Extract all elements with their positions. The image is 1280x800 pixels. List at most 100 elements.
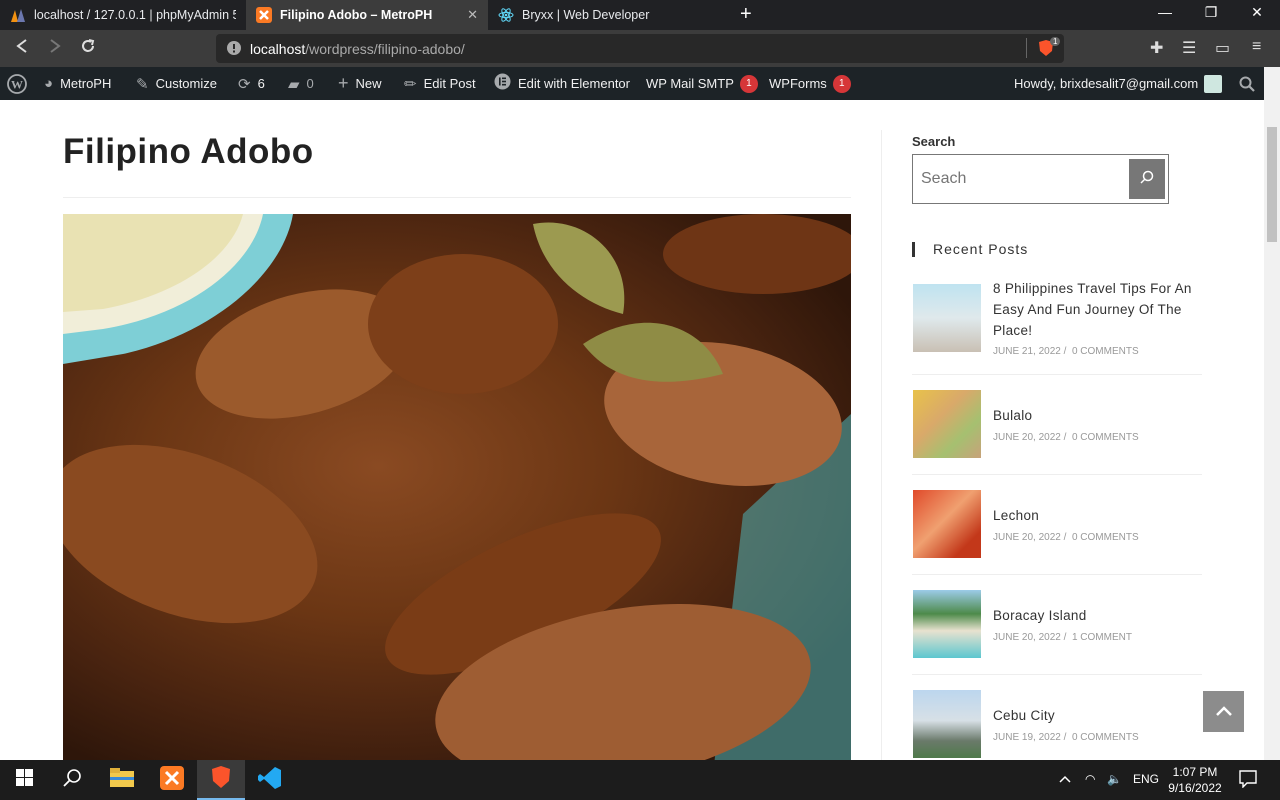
- xampp-icon: [256, 7, 272, 23]
- search-taskbar-button[interactable]: [48, 760, 96, 800]
- admin-elementor-link[interactable]: Edit with Elementor: [494, 67, 630, 100]
- windows-icon: [15, 769, 33, 791]
- admin-edit-post-link[interactable]: ✏ Edit Post: [404, 67, 476, 100]
- tab-phpmyadmin[interactable]: localhost / 127.0.0.1 | phpMyAdmin 5.: [0, 0, 246, 30]
- chevron-up-icon: [1215, 703, 1232, 721]
- folder-icon: [110, 767, 134, 793]
- post-thumbnail[interactable]: [913, 490, 981, 558]
- wp-admin-bar: W ◕ MetroPH ✎ Customize ⟳ 6 ▰ 0 + New ✏ Edit P…: [0, 67, 1264, 100]
- post-thumbnail[interactable]: [913, 690, 981, 758]
- file-explorer-button[interactable]: [98, 760, 146, 800]
- search-input[interactable]: [921, 165, 1121, 193]
- post-link[interactable]: Bulalo: [993, 405, 1198, 426]
- post-thumbnail[interactable]: [913, 590, 981, 658]
- admin-site-link[interactable]: ◕ MetroPH: [44, 67, 111, 100]
- post-meta: JUNE 20, 2022 / 0 COMMENTS: [993, 432, 1139, 443]
- sidebar-divider: [881, 130, 882, 760]
- search-icon: [63, 768, 81, 792]
- scrollbar-thumb[interactable]: [1267, 127, 1277, 242]
- divider: [912, 674, 1202, 675]
- wallet-icon[interactable]: ▭: [1215, 38, 1230, 58]
- search-label: Search: [912, 134, 956, 149]
- post-link[interactable]: Boracay Island: [993, 605, 1198, 626]
- svg-text:W: W: [11, 77, 23, 91]
- plus-icon: +: [338, 73, 349, 93]
- smtp-badge: 1: [739, 74, 758, 93]
- volume-icon[interactable]: 🔈: [1107, 772, 1122, 786]
- post-meta: JUNE 21, 2022 / 0 COMMENTS: [993, 346, 1139, 357]
- avatar: [1204, 74, 1223, 93]
- xampp-button[interactable]: [148, 760, 196, 800]
- windows-taskbar: ◠ 🔈 ENG 1:07 PM 9/16/2022: [0, 760, 1280, 800]
- forward-icon[interactable]: [48, 38, 62, 59]
- pencil-icon: ✏: [404, 75, 417, 93]
- admin-updates-link[interactable]: ⟳ 6: [238, 67, 265, 100]
- post-thumbnail[interactable]: [913, 284, 981, 352]
- react-icon: [498, 7, 514, 23]
- tab-title: Filipino Adobo – MetroPH: [280, 8, 433, 22]
- url-host: localhost: [250, 40, 306, 57]
- xampp-icon: [160, 765, 184, 795]
- divider: [63, 197, 851, 198]
- admin-search-icon[interactable]: [1239, 67, 1255, 100]
- tab-title: Bryxx | Web Developer: [522, 8, 650, 22]
- divider: [912, 374, 1202, 375]
- search-button[interactable]: [1129, 159, 1165, 199]
- phpmyadmin-icon: [10, 7, 26, 23]
- tab-filipino-adobo[interactable]: Filipino Adobo – MetroPH ✕: [246, 0, 488, 30]
- language-indicator[interactable]: ENG: [1133, 772, 1159, 786]
- start-button[interactable]: [0, 760, 48, 800]
- tray-expand-icon[interactable]: [1059, 772, 1071, 786]
- post-link[interactable]: Cebu City: [993, 705, 1198, 726]
- info-icon[interactable]: [226, 40, 242, 59]
- page-scrollbar[interactable]: [1264, 67, 1280, 760]
- admin-customize-link[interactable]: ✎ Customize: [136, 67, 217, 100]
- tab-bryxx[interactable]: Bryxx | Web Developer: [488, 0, 728, 30]
- close-tab-icon[interactable]: ✕: [467, 7, 478, 23]
- post-link[interactable]: 8 Philippines Travel Tips For An Easy An…: [993, 278, 1198, 341]
- comment-icon: ▰: [288, 75, 300, 93]
- playlist-icon[interactable]: ☰: [1182, 38, 1196, 58]
- minimize-icon[interactable]: —: [1150, 4, 1180, 20]
- wpforms-badge: 1: [832, 74, 851, 93]
- admin-account-link[interactable]: Howdy, brixdesalit7@gmail.com: [1014, 67, 1223, 100]
- divider: [912, 574, 1202, 575]
- extensions-icon[interactable]: ✚: [1150, 38, 1163, 58]
- wifi-icon[interactable]: ◠: [1085, 772, 1095, 786]
- admin-smtp-link[interactable]: WP Mail SMTP 1: [646, 67, 758, 100]
- post-thumbnail[interactable]: [913, 390, 981, 458]
- reload-icon[interactable]: [80, 38, 96, 59]
- wp-logo-icon[interactable]: W: [7, 67, 27, 100]
- back-icon[interactable]: [15, 38, 29, 59]
- post-meta: JUNE 19, 2022 / 0 COMMENTS: [993, 732, 1139, 743]
- notifications-icon[interactable]: [1239, 770, 1257, 791]
- post-meta: JUNE 20, 2022 / 0 COMMENTS: [993, 532, 1139, 543]
- admin-wpforms-link[interactable]: WPForms 1: [769, 67, 851, 100]
- scroll-to-top-button[interactable]: [1203, 691, 1244, 732]
- page-content: Filipino Adobo Search Recent Posts 8 Phi…: [0, 100, 1264, 760]
- admin-comments-link[interactable]: ▰ 0: [288, 67, 314, 100]
- menu-icon[interactable]: ≡: [1252, 38, 1261, 56]
- post-title: Filipino Adobo: [63, 132, 314, 171]
- address-bar[interactable]: localhost/wordpress/filipino-adobo/ 1: [216, 34, 1064, 63]
- restore-icon[interactable]: ❐: [1196, 4, 1226, 21]
- vscode-button[interactable]: [246, 760, 294, 800]
- brush-icon: ✎: [136, 75, 149, 93]
- shield-count-badge: 1: [1050, 37, 1061, 46]
- taskbar-clock[interactable]: 1:07 PM 9/16/2022: [1160, 764, 1230, 796]
- url-path: /wordpress/filipino-adobo/: [305, 40, 465, 57]
- close-window-icon[interactable]: ✕: [1242, 4, 1272, 21]
- post-link[interactable]: Lechon: [993, 505, 1198, 526]
- featured-image: [63, 214, 851, 760]
- post-meta: JUNE 20, 2022 / 1 COMMENT: [993, 632, 1132, 643]
- dashboard-icon: ◕: [44, 75, 54, 92]
- search-icon: [1140, 170, 1154, 189]
- updates-icon: ⟳: [238, 75, 251, 93]
- new-tab-icon[interactable]: +: [740, 3, 752, 26]
- vscode-icon: [258, 766, 282, 795]
- recent-posts-heading: Recent Posts: [912, 242, 1028, 257]
- admin-new-link[interactable]: + New: [338, 67, 382, 100]
- browser-tab-bar: localhost / 127.0.0.1 | phpMyAdmin 5. Fi…: [0, 0, 1280, 30]
- elementor-icon: [494, 73, 511, 94]
- brave-button[interactable]: [197, 760, 245, 800]
